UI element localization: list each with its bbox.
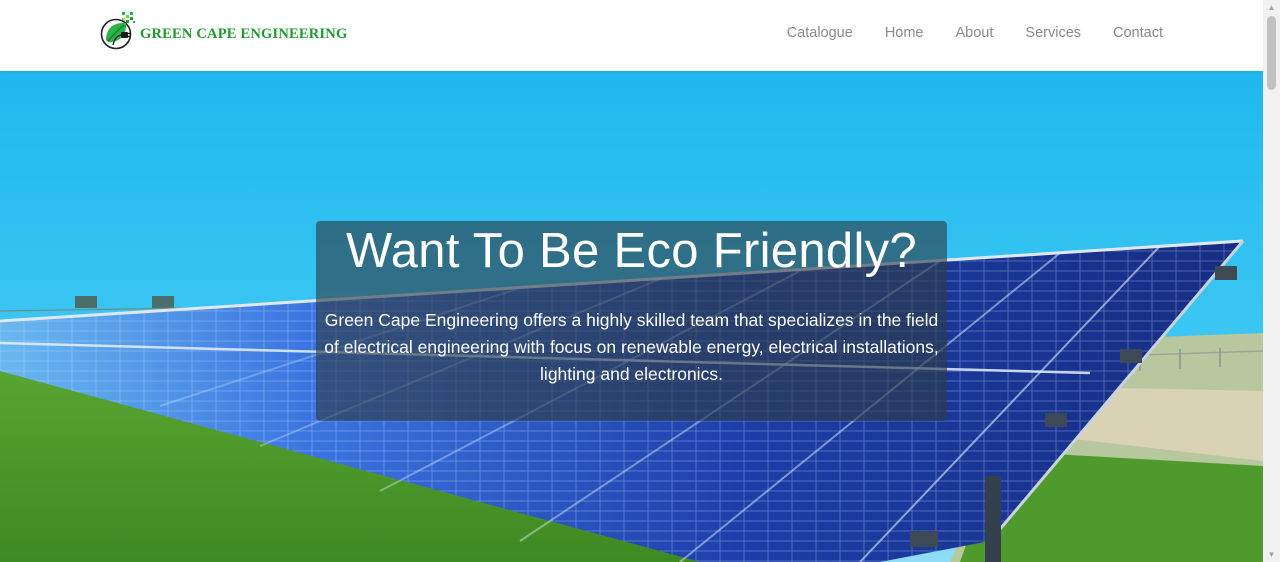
site-header: GREEN CAPE ENGINEERING Catalogue Home Ab… — [0, 0, 1263, 71]
nav-link-services[interactable]: Services — [1025, 22, 1081, 44]
nav-link-home[interactable]: Home — [885, 22, 924, 44]
triangle-down-icon[interactable]: ▼ — [1263, 547, 1280, 562]
main-nav: Catalogue Home About Services Contact — [787, 22, 1163, 44]
hero-section: Want To Be Eco Friendly? Green Cape Engi… — [0, 71, 1263, 562]
nav-link-about[interactable]: About — [956, 22, 994, 44]
leaf-plug-icon — [100, 12, 135, 50]
scrollbar-thumb[interactable] — [1267, 16, 1276, 90]
hero-overlay-box: Want To Be Eco Friendly? Green Cape Engi… — [316, 221, 947, 421]
brand-name: GREEN CAPE ENGINEERING — [140, 25, 348, 42]
nav-link-catalogue[interactable]: Catalogue — [787, 22, 853, 44]
triangle-up-icon[interactable]: ▲ — [1263, 0, 1280, 15]
page-scrollbar[interactable]: ▲ ▼ — [1263, 0, 1280, 562]
hero-title: Want To Be Eco Friendly? — [346, 224, 917, 278]
nav-link-contact[interactable]: Contact — [1113, 22, 1163, 44]
brand-logo-link[interactable]: GREEN CAPE ENGINEERING — [100, 10, 347, 50]
hero-description: Green Cape Engineering offers a highly s… — [324, 310, 939, 384]
